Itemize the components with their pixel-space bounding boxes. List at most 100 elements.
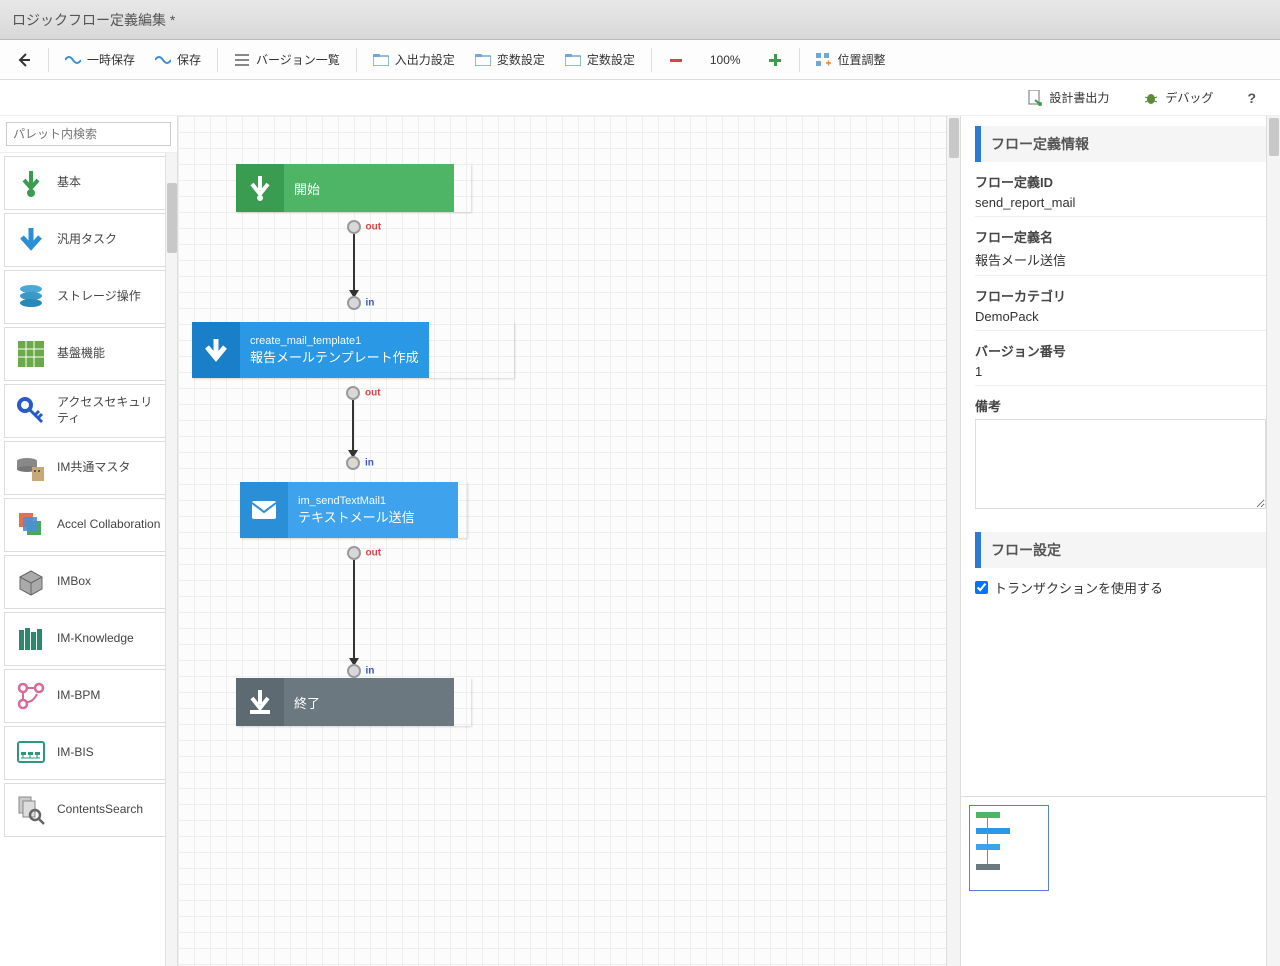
port-out[interactable] (347, 546, 361, 560)
save-icon (155, 52, 171, 68)
main-area: 基本 汎用タスク ストレージ操作 基盤機能 アクセスセキュリティ IM共通マスタ (0, 116, 1280, 966)
design-output-button[interactable]: 設計書出力 (1019, 85, 1117, 110)
flow-canvas[interactable]: 開始 out in create_mail_template1 報告メールテンプ… (178, 116, 960, 966)
flow-node-start[interactable]: 開始 (236, 164, 471, 212)
window-title: ロジックフロー定義編集 * (12, 10, 175, 30)
task-icon (15, 224, 47, 256)
port-in-label: in (366, 298, 375, 309)
connector (353, 234, 355, 290)
building-icon (15, 452, 47, 484)
category-label: フローカテゴリ (975, 286, 1266, 305)
properties-scroll[interactable]: フロー定義情報 フロー定義ID send_report_mail フロー定義名 … (961, 116, 1280, 796)
rightpanel-scrollbar[interactable] (1266, 116, 1280, 966)
separator (799, 48, 800, 72)
flow-node-end[interactable]: 終了 (236, 678, 471, 726)
io-settings-button[interactable]: 入出力設定 (365, 47, 463, 72)
port-in[interactable] (347, 296, 361, 310)
port-in[interactable] (346, 456, 360, 470)
document-export-icon (1027, 90, 1043, 106)
collab-icon (15, 509, 47, 541)
section-flow-settings: フロー設定 (975, 532, 1266, 568)
node-id: im_sendTextMail1 (298, 495, 448, 507)
palette-item-im-master[interactable]: IM共通マスタ (4, 441, 173, 495)
sub-toolbar: 設計書出力 デバッグ ? (0, 80, 1280, 116)
save-button[interactable]: 保存 (147, 47, 209, 72)
end-icon (236, 678, 284, 726)
palette-sidebar: 基本 汎用タスク ストレージ操作 基盤機能 アクセスセキュリティ IM共通マスタ (0, 116, 178, 966)
node-id: create_mail_template1 (250, 335, 419, 347)
flowdef-name-label: フロー定義名 (975, 227, 1266, 246)
bpm-icon (15, 680, 47, 712)
version-value: 1 (975, 360, 1266, 386)
palette-scrollbar[interactable] (165, 153, 177, 966)
minimap-viewport[interactable] (969, 805, 1049, 891)
palette-search-input[interactable] (6, 122, 171, 146)
flow-node-create-mail-template[interactable]: create_mail_template1 報告メールテンプレート作成 (192, 322, 514, 378)
section-flow-definition: フロー定義情報 (975, 126, 1266, 162)
var-settings-button[interactable]: 変数設定 (467, 47, 553, 72)
back-button[interactable] (8, 48, 40, 72)
storage-icon (15, 281, 47, 313)
palette-item-basic[interactable]: 基本 (4, 156, 173, 210)
node-label: テキストメール送信 (298, 507, 448, 526)
palette-item-contents-search[interactable]: ContentsSearch (4, 783, 173, 837)
transaction-checkbox-row[interactable]: トランザクションを使用する (975, 578, 1266, 597)
arrow-left-icon (16, 52, 32, 68)
version-list-button[interactable]: バージョン一覧 (226, 47, 348, 72)
canvas-scrollbar-v[interactable] (946, 116, 960, 966)
transaction-label: トランザクションを使用する (994, 578, 1163, 597)
port-in[interactable] (347, 664, 361, 678)
minimap[interactable] (961, 796, 1280, 966)
palette-item-im-bpm[interactable]: IM-BPM (4, 669, 173, 723)
palette-item-accel-collaboration[interactable]: Accel Collaboration (4, 498, 173, 552)
remarks-textarea[interactable] (975, 419, 1266, 509)
key-icon (15, 395, 47, 427)
basic-icon (15, 167, 47, 199)
mail-icon (240, 482, 288, 538)
align-button[interactable]: 位置調整 (808, 47, 894, 72)
node-label: 報告メールテンプレート作成 (250, 347, 419, 366)
palette-item-access-security[interactable]: アクセスセキュリティ (4, 384, 173, 438)
align-icon (816, 52, 832, 68)
palette-item-im-knowledge[interactable]: IM-Knowledge (4, 612, 173, 666)
port-out-label: out (365, 388, 381, 399)
separator (651, 48, 652, 72)
node-label: 終了 (294, 693, 444, 712)
flow-node-send-text-mail[interactable]: im_sendTextMail1 テキストメール送信 (240, 482, 467, 538)
const-settings-button[interactable]: 定数設定 (557, 47, 643, 72)
category-value: DemoPack (975, 305, 1266, 331)
palette-item-imbox[interactable]: IMBox (4, 555, 173, 609)
help-button[interactable]: ? (1239, 86, 1264, 110)
port-out-label: out (366, 222, 382, 233)
palette-search-wrap (0, 116, 177, 152)
flowdef-id-label: フロー定義ID (975, 172, 1266, 191)
palette-list[interactable]: 基本 汎用タスク ストレージ操作 基盤機能 アクセスセキュリティ IM共通マスタ (0, 152, 177, 966)
port-out[interactable] (346, 386, 360, 400)
port-out[interactable] (347, 220, 361, 234)
flowdef-id-value: send_report_mail (975, 191, 1266, 217)
title-bar: ロジックフロー定義編集 * (0, 0, 1280, 40)
box-icon (15, 566, 47, 598)
separator (48, 48, 49, 72)
zoom-level[interactable]: 100% (696, 49, 755, 71)
plus-icon (767, 52, 783, 68)
folder-icon (565, 52, 581, 68)
connector (353, 560, 355, 658)
zoom-out-button[interactable] (660, 48, 692, 72)
palette-item-storage[interactable]: ストレージ操作 (4, 270, 173, 324)
palette-item-platform[interactable]: 基盤機能 (4, 327, 173, 381)
main-toolbar: 一時保存 保存 バージョン一覧 入出力設定 変数設定 定数設定 100% 位置調… (0, 40, 1280, 80)
palette-item-generic-task[interactable]: 汎用タスク (4, 213, 173, 267)
zoom-in-button[interactable] (759, 48, 791, 72)
search-docs-icon (15, 794, 47, 826)
port-in-label: in (365, 458, 374, 469)
debug-button[interactable]: デバッグ (1135, 85, 1221, 110)
task-down-icon (192, 322, 240, 378)
port-out-label: out (366, 548, 382, 559)
palette-item-im-bis[interactable]: IM-BIS (4, 726, 173, 780)
node-label: 開始 (294, 179, 444, 198)
folder-icon (373, 52, 389, 68)
transaction-checkbox[interactable] (975, 581, 988, 594)
flowdef-name-value: 報告メール送信 (975, 246, 1266, 276)
temp-save-button[interactable]: 一時保存 (57, 47, 143, 72)
